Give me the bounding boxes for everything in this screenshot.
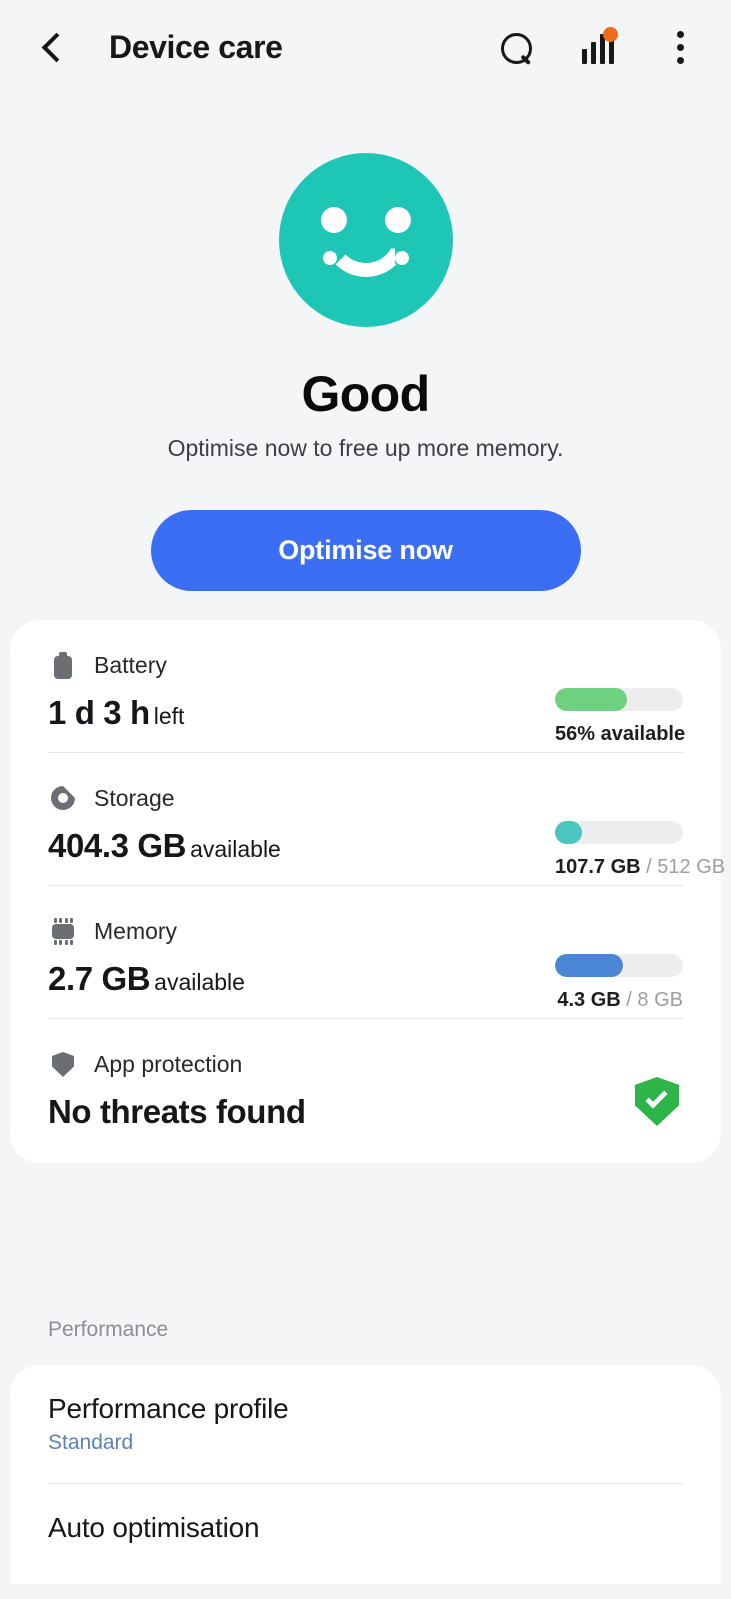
- meter-caption-primary: 107.7 GB: [555, 856, 641, 878]
- smiley-face-icon: [278, 153, 453, 327]
- row-value-unit: available: [190, 836, 281, 862]
- meter-caption-primary: 56% available: [555, 723, 686, 745]
- row-label: Battery: [94, 651, 167, 678]
- shield-icon: [48, 1049, 78, 1079]
- meter-caption-secondary: / 8 GB: [626, 989, 683, 1011]
- status-hero: Good Optimise now to free up more memory…: [0, 95, 731, 591]
- row-label: App protection: [94, 1050, 243, 1077]
- list-item-title: Performance profile: [48, 1393, 289, 1424]
- back-chevron-icon: [41, 32, 72, 63]
- shield-check-icon: [635, 1077, 679, 1126]
- meter-fill: [555, 688, 627, 711]
- back-button[interactable]: [40, 22, 84, 74]
- status-row-battery[interactable]: Battery 1 d 3 h left 56% available: [10, 620, 721, 752]
- app-bar: Device care: [0, 0, 731, 95]
- meter-caption-secondary: / 512 GB: [646, 856, 726, 878]
- row-value-unit: left: [153, 703, 185, 729]
- meter-caption: 107.7 GB / 512 GB: [555, 856, 725, 879]
- row-header: App protection: [48, 1019, 683, 1079]
- meter-fill: [555, 954, 623, 977]
- search-button[interactable]: [493, 22, 539, 74]
- optimise-now-button[interactable]: Optimise now: [150, 510, 581, 591]
- page-title: Device care: [109, 29, 283, 65]
- meter-caption: 4.3 GB / 8 GB: [555, 989, 683, 1012]
- row-header: Battery: [48, 620, 683, 680]
- list-item-auto-optimisation[interactable]: Auto optimisation: [10, 1484, 721, 1584]
- notification-badge-dot: [603, 26, 618, 42]
- meter-track: [555, 954, 683, 977]
- app-bar-actions: [493, 22, 703, 74]
- face-eye-left: [320, 207, 347, 233]
- face-smile: [322, 231, 409, 277]
- overflow-menu-icon: [675, 31, 685, 64]
- meter-track: [555, 688, 683, 711]
- performance-card: Performance profile Standard Auto optimi…: [10, 1365, 721, 1584]
- row-label: Memory: [94, 917, 178, 944]
- status-subtitle: Optimise now to free up more memory.: [167, 435, 564, 461]
- section-header-performance: Performance: [48, 1318, 169, 1341]
- status-row-app-protection[interactable]: App protection No threats found: [10, 1019, 721, 1163]
- list-item-subtitle: Standard: [48, 1431, 134, 1454]
- status-headline: Good: [301, 366, 430, 422]
- storage-pie-icon: [48, 783, 78, 813]
- list-item-performance-profile[interactable]: Performance profile Standard: [10, 1365, 721, 1483]
- row-value-number: 1 d 3 h: [48, 694, 150, 731]
- battery-icon: [48, 650, 78, 680]
- row-value-unit: available: [154, 969, 245, 995]
- meter-track: [555, 821, 683, 844]
- status-row-memory[interactable]: Memory 2.7 GB available 4.3 GB / 8 GB: [10, 886, 721, 1018]
- battery-meter: 56% available: [555, 688, 686, 746]
- meter-caption-primary: 4.3 GB: [557, 989, 621, 1011]
- meter-fill: [555, 821, 582, 844]
- row-label: Storage: [94, 784, 175, 811]
- search-icon: [501, 32, 532, 64]
- device-care-screen: Device care Good Optimise now to free up…: [0, 0, 731, 1599]
- more-options-button[interactable]: [657, 22, 703, 74]
- row-value-number: 2.7 GB: [48, 960, 151, 997]
- face-eye-right: [384, 207, 411, 233]
- usage-stats-button[interactable]: [575, 22, 621, 74]
- storage-meter: 107.7 GB / 512 GB: [555, 821, 725, 879]
- meter-caption: 56% available: [555, 723, 686, 746]
- memory-meter: 4.3 GB / 8 GB: [555, 954, 683, 1012]
- row-header: Memory: [48, 886, 683, 946]
- row-value: No threats found: [48, 1093, 683, 1131]
- row-value-number: No threats found: [48, 1093, 306, 1130]
- row-value-number: 404.3 GB: [48, 827, 187, 864]
- status-row-storage[interactable]: Storage 404.3 GB available 107.7 GB / 512…: [10, 753, 725, 885]
- list-item-title: Auto optimisation: [48, 1512, 260, 1543]
- row-header: Storage: [48, 753, 683, 813]
- bar-chart-icon: [580, 26, 618, 66]
- status-card: Battery 1 d 3 h left 56% available Stora…: [10, 620, 725, 1163]
- memory-chip-icon: [48, 916, 78, 946]
